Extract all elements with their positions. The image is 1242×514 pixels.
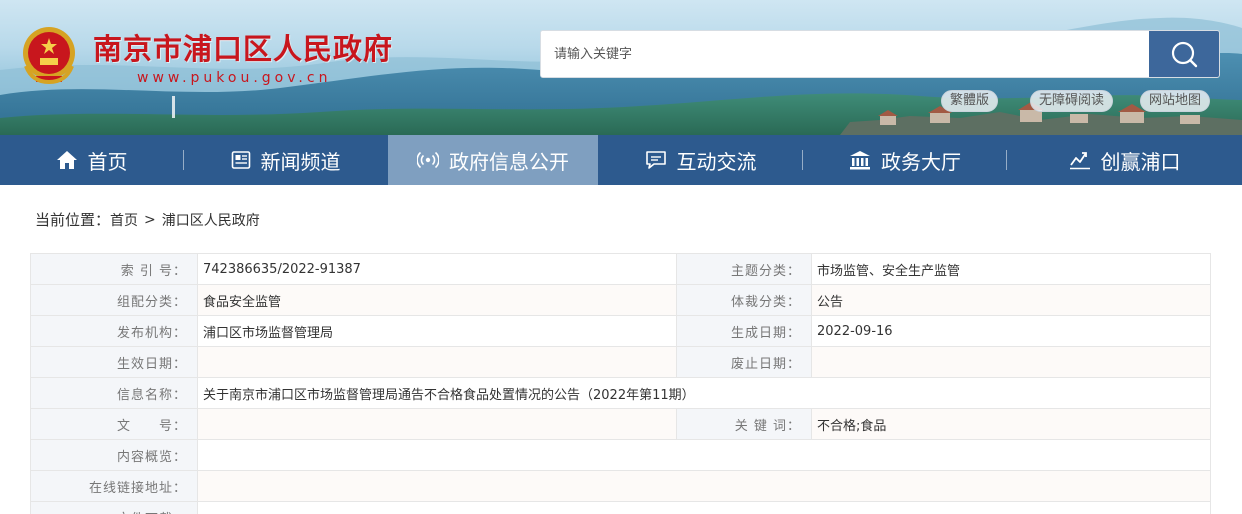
breadcrumb-current-link[interactable]: 浦口区人民政府 bbox=[162, 210, 260, 230]
nav-label-news: 新闻频道 bbox=[260, 149, 341, 174]
breadcrumb-label: 当前位置： bbox=[35, 211, 111, 229]
summary-label: 内容概览： bbox=[30, 439, 198, 471]
table-row: 生效日期： 废止日期： bbox=[30, 346, 1211, 378]
org-category-value: 食品安全监管 bbox=[197, 284, 677, 316]
nav-item-win-pukou[interactable]: 创赢浦口 bbox=[1007, 135, 1242, 185]
nav-label-gov-info: 政府信息公开 bbox=[449, 149, 569, 174]
table-row: 文 号： 关 键 词： 不合格;食品 bbox=[30, 408, 1211, 440]
expired-date-value bbox=[811, 346, 1211, 378]
created-date-value: 2022-09-16 bbox=[811, 315, 1211, 347]
expired-date-label: 废止日期： bbox=[676, 346, 812, 378]
chart-icon bbox=[1069, 150, 1091, 170]
doc-number-label: 文 号： bbox=[30, 408, 198, 440]
table-row: 信息名称： 关于南京市浦口区市场监督管理局通告不合格食品处置情况的公告（2022… bbox=[30, 377, 1211, 409]
publisher-value: 浦口区市场监督管理局 bbox=[197, 315, 677, 347]
search-button[interactable] bbox=[1149, 31, 1219, 77]
nav-label-service-hall: 政务大厅 bbox=[881, 149, 961, 174]
org-category-label: 组配分类： bbox=[30, 284, 198, 316]
doc-number-value bbox=[197, 408, 677, 440]
topic-value: 市场监管、安全生产监管 bbox=[811, 253, 1211, 285]
home-icon bbox=[56, 150, 78, 170]
publisher-label: 发布机构： bbox=[30, 315, 198, 347]
table-row: 文件下载： bbox=[30, 501, 1211, 514]
search-input[interactable] bbox=[541, 31, 1149, 77]
chat-icon bbox=[645, 150, 667, 170]
info-name-label: 信息名称： bbox=[30, 377, 198, 409]
search-icon bbox=[1171, 41, 1198, 68]
table-row: 发布机构： 浦口区市场监督管理局 生成日期： 2022-09-16 bbox=[30, 315, 1211, 347]
table-row: 在线链接地址： bbox=[30, 470, 1211, 502]
news-icon bbox=[231, 150, 251, 170]
nav-label-home: 首页 bbox=[87, 149, 128, 174]
nav-item-interaction[interactable]: 互动交流 bbox=[598, 135, 803, 185]
table-row: 组配分类： 食品安全监管 体裁分类： 公告 bbox=[30, 284, 1211, 316]
effective-date-value bbox=[197, 346, 677, 378]
nav-item-service-hall[interactable]: 政务大厅 bbox=[803, 135, 1007, 185]
search-box bbox=[540, 30, 1220, 78]
document-info-table: 索 引 号： 742386635/2022-91387 主题分类： 市场监管、安… bbox=[30, 253, 1211, 514]
breadcrumb: 当前位置： 首页 > 浦口区人民政府 bbox=[35, 209, 260, 230]
site-title[interactable]: 南京市浦口区人民政府 bbox=[93, 26, 393, 68]
created-date-label: 生成日期： bbox=[676, 315, 812, 347]
table-row: 索 引 号： 742386635/2022-91387 主题分类： 市场监管、安… bbox=[30, 253, 1211, 285]
nav-label-win-pukou: 创赢浦口 bbox=[1100, 149, 1181, 174]
table-row: 内容概览： bbox=[30, 439, 1211, 471]
nav-item-gov-info[interactable]: 政府信息公开 bbox=[388, 135, 598, 185]
file-download-label: 文件下载： bbox=[30, 501, 198, 514]
nav-item-news[interactable]: 新闻频道 bbox=[183, 135, 388, 185]
summary-value bbox=[197, 439, 1211, 471]
file-download-value[interactable] bbox=[197, 501, 1211, 514]
broadcast-icon bbox=[417, 149, 439, 171]
breadcrumb-separator: > bbox=[144, 211, 156, 228]
online-link-value[interactable] bbox=[197, 470, 1211, 502]
sitemap-link[interactable]: 网站地图 bbox=[1140, 90, 1211, 112]
keywords-value: 不合格;食品 bbox=[811, 408, 1211, 440]
topic-label: 主题分类： bbox=[676, 253, 812, 285]
national-emblem-icon bbox=[23, 27, 75, 85]
genre-label: 体裁分类： bbox=[676, 284, 812, 316]
main-nav: 首页 新闻频道 政府信息公开 互动交流 政务大厅 创赢浦口 bbox=[0, 135, 1242, 185]
nav-label-interaction: 互动交流 bbox=[676, 149, 757, 174]
index-value: 742386635/2022-91387 bbox=[197, 253, 677, 285]
accessibility-link[interactable]: 无障碍阅读 bbox=[1030, 90, 1114, 112]
hall-icon bbox=[849, 150, 871, 170]
index-label: 索 引 号： bbox=[30, 253, 198, 285]
traditional-chinese-link[interactable]: 繁體版 bbox=[941, 90, 999, 112]
breadcrumb-home-link[interactable]: 首页 bbox=[110, 210, 138, 230]
site-url: www.pukou.gov.cn bbox=[137, 70, 332, 86]
effective-date-label: 生效日期： bbox=[30, 346, 198, 378]
nav-item-home[interactable]: 首页 bbox=[0, 135, 183, 185]
info-name-value: 关于南京市浦口区市场监督管理局通告不合格食品处置情况的公告（2022年第11期） bbox=[197, 377, 1211, 409]
genre-value: 公告 bbox=[811, 284, 1211, 316]
keywords-label: 关 键 词： bbox=[676, 408, 812, 440]
online-link-label: 在线链接地址： bbox=[30, 470, 198, 502]
header-banner: 南京市浦口区人民政府 www.pukou.gov.cn 繁體版 无障碍阅读 网站… bbox=[0, 0, 1242, 135]
